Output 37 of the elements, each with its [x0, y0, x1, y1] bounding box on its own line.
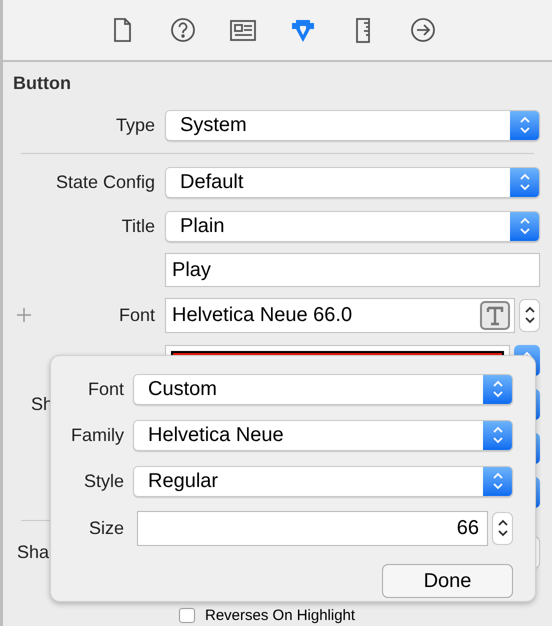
popup-button[interactable]: Plain	[165, 210, 540, 242]
field-label: Type	[116, 114, 155, 134]
field-label: Size	[88, 518, 124, 538]
size-field[interactable]: 66	[137, 510, 488, 546]
section-title: Button	[13, 73, 71, 93]
done-button[interactable]: Done	[382, 564, 513, 598]
field-label: Font	[118, 304, 155, 324]
field-label: State Config	[56, 172, 155, 192]
chevron-updown-icon	[518, 115, 530, 135]
popup-button[interactable]: System	[165, 110, 540, 140]
inspector-tab[interactable]	[410, 16, 436, 44]
inspector-tab[interactable]	[170, 16, 196, 44]
font-field[interactable]: Helvetica Neue 66.0	[165, 298, 515, 332]
field-label: Family	[71, 424, 124, 444]
chevron-updown-icon	[518, 172, 530, 192]
field-label: Title	[122, 216, 155, 236]
help-icon	[170, 16, 196, 44]
chevron-updown-icon	[492, 425, 504, 445]
checkbox-label: Reverses On Highlight	[205, 608, 356, 623]
popup-button[interactable]: Custom	[133, 374, 513, 404]
stepper[interactable]	[492, 512, 513, 544]
chevron-updown-icon	[492, 471, 504, 491]
arrow-circle-icon	[410, 16, 436, 44]
title-field[interactable]: Play	[165, 253, 540, 287]
field-label: Font	[88, 378, 124, 398]
chevron-updown-icon	[492, 379, 504, 399]
chevron-updown-icon	[524, 305, 536, 325]
stepper[interactable]	[519, 298, 540, 332]
checkbox[interactable]	[179, 608, 195, 623]
chevron-updown-icon	[496, 518, 508, 538]
popup-button[interactable]: Helvetica Neue	[133, 420, 513, 450]
field-label: Style	[84, 470, 124, 490]
popup-button[interactable]: Default	[165, 166, 540, 198]
field-label: Sha	[17, 542, 50, 562]
font-picker-icon[interactable]	[480, 300, 510, 330]
popup-button[interactable]: Regular	[133, 466, 513, 496]
chevron-updown-icon	[518, 216, 530, 236]
